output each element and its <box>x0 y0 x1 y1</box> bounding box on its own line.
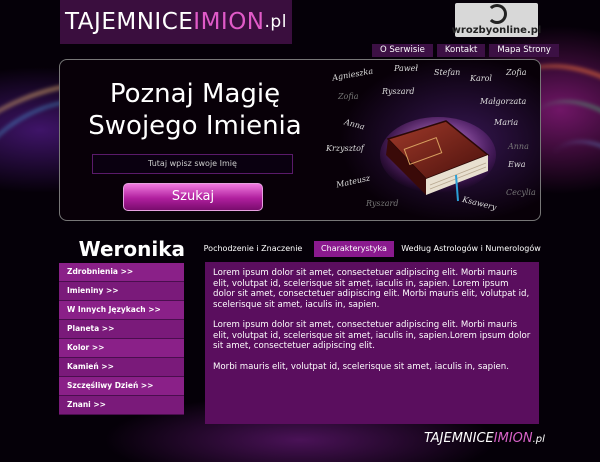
sidebar-item-stone[interactable]: Kamień >> <box>59 358 184 377</box>
nav-item-contact[interactable]: Kontakt <box>436 44 486 57</box>
tab-astrology-numerology[interactable]: Według Astrologów i Numerologów <box>400 241 542 257</box>
search-button[interactable]: Szukaj <box>123 183 263 211</box>
sidebar-item-famous[interactable]: Znani >> <box>59 396 184 415</box>
footer-logo-part3: .pl <box>532 434 545 445</box>
partner-logo-icon <box>486 4 507 24</box>
site-logo[interactable]: TAJEMNICE IMION .pl <box>60 0 292 44</box>
name-search-input[interactable] <box>92 154 293 174</box>
hero-title-line1: Poznaj Magię <box>109 79 281 109</box>
footer-logo-part2: IMION <box>493 431 533 446</box>
nav-item-about[interactable]: O Serwisie <box>372 44 433 57</box>
name-word: Zofia <box>338 92 359 101</box>
name-word: Cecylia <box>506 188 536 197</box>
page: TAJEMNICE IMION .pl wrozbyonline.pl O Serw… <box>0 0 600 462</box>
name-word: Krzysztof <box>326 144 364 153</box>
name-word: Ryszard <box>382 87 415 96</box>
sidebar-item-planet[interactable]: Planeta >> <box>59 320 184 339</box>
hero-banner: Poznaj Magię Swojego Imienia Szukaj Agni… <box>59 59 541 221</box>
name-word: Ewa <box>508 160 526 169</box>
name-word: Anna <box>343 117 366 132</box>
name-word: Anna <box>508 142 529 151</box>
sidebar-item-name-days[interactable]: Imieniny >> <box>59 282 184 301</box>
logo-part1: TAJEMNICE <box>65 9 194 35</box>
logo-part3: .pl <box>264 12 287 32</box>
name-word: Stefan <box>434 68 461 77</box>
magic-book-icon <box>380 117 496 202</box>
hero-title: Poznaj Magię Swojego Imienia <box>60 78 330 142</box>
partner-link[interactable]: wrozbyonline.pl <box>452 3 541 37</box>
name-word: Mateusz <box>335 173 371 190</box>
name-word: Małgorzata <box>480 97 527 106</box>
hero-title-line2: Swojego Imienia <box>88 111 302 141</box>
sidebar-item-lucky-day[interactable]: Szczęśliwy Dzień >> <box>59 377 184 396</box>
name-word: Karol <box>470 74 492 83</box>
sidebar-item-diminutives[interactable]: Zdrobnienia >> <box>59 263 184 282</box>
partner-label: wrozbyonline.pl <box>451 25 542 36</box>
footer-logo-part1: TAJEMNICE <box>424 431 494 446</box>
tab-origin-meaning[interactable]: Pochodzenie i Znaczenie <box>200 241 306 257</box>
top-navigation: O Serwisie Kontakt Mapa Strony <box>372 44 559 57</box>
sidebar: Zdrobnienia >> Imieniny >> W Innych Języ… <box>59 263 184 415</box>
tab-characteristics[interactable]: Charakterystyka <box>314 241 394 257</box>
name-heading: Weronika <box>78 237 185 261</box>
nav-item-sitemap[interactable]: Mapa Strony <box>489 44 559 57</box>
sidebar-item-other-languages[interactable]: W Innych Językach >> <box>59 301 184 320</box>
content-paragraph: Lorem ipsum dolor sit amet, consectetuer… <box>213 320 531 351</box>
logo-part2: IMION <box>193 9 265 35</box>
content-paragraph: Lorem ipsum dolor sit amet, consectetuer… <box>213 268 530 310</box>
name-word: Paweł <box>394 64 418 73</box>
footer-logo[interactable]: TAJEMNICEIMION.pl <box>424 427 545 446</box>
sidebar-item-color[interactable]: Kolor >> <box>59 339 184 358</box>
name-word: Maria <box>494 118 519 127</box>
content-paragraph: Morbi mauris elit, volutpat id, sceleris… <box>213 361 509 372</box>
content-panel: Lorem ipsum dolor sit amet, consectetuer… <box>205 262 539 424</box>
name-word: Agnieszka <box>331 66 374 83</box>
name-word: Zofia <box>506 68 527 77</box>
